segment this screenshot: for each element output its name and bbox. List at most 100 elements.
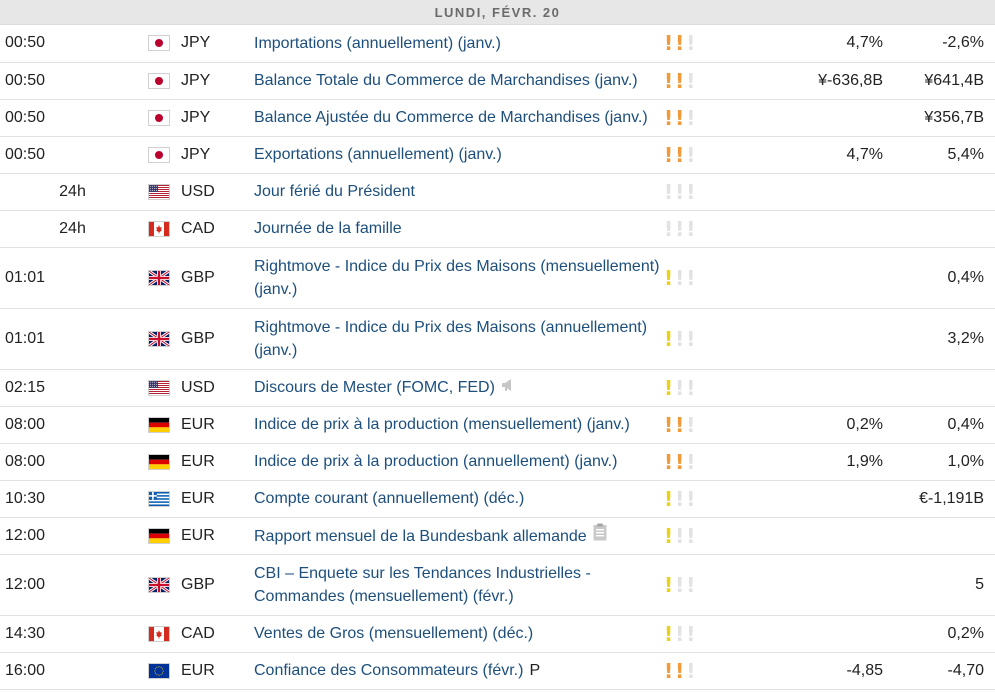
importance-indicator: !!! <box>664 526 782 546</box>
currency-code: EUR <box>181 415 215 433</box>
event-row[interactable]: 00:50 JPY Balance Totale du Commerce de Ma… <box>0 62 995 100</box>
importance-indicator: !!! <box>664 489 782 509</box>
event-time: 00:50 <box>0 136 145 174</box>
importance-indicator: !!! <box>664 378 782 398</box>
importance-mark-icon: ! <box>664 326 674 351</box>
event-link[interactable]: Indice de prix à la production (annuelle… <box>254 453 617 470</box>
actual-value <box>782 210 883 248</box>
economic-calendar-table: 00:50 JPY Importations (annuellement) (jan… <box>0 25 995 690</box>
importance-cell: !!! <box>662 99 782 137</box>
currency-cell: EUR <box>145 406 250 444</box>
importance-cell: !!! <box>662 173 782 211</box>
actual-value: 0,2% <box>782 406 883 444</box>
currency-code: JPY <box>181 71 211 89</box>
event-row[interactable]: 10:30 EUR Compte courant (annuellement) (d… <box>0 480 995 518</box>
previous-value: ¥641,4B <box>885 62 995 100</box>
importance-mark-icon: ! <box>664 572 674 597</box>
event-cell: Rapport mensuel de la Bundesbank alleman… <box>250 517 662 555</box>
currency-cell: JPY <box>145 136 250 174</box>
currency-code: USD <box>181 378 215 396</box>
event-link[interactable]: Rapport mensuel de la Bundesbank alleman… <box>254 528 587 545</box>
importance-indicator: !!! <box>664 219 782 239</box>
event-row[interactable]: 16:00 EUR Confiance des Consommateurs (fév… <box>0 652 995 690</box>
event-row[interactable]: 00:50 JPY Exportations (annuellement) (jan… <box>0 136 995 174</box>
currency-code: EUR <box>181 489 215 507</box>
flag-jp-icon <box>149 147 169 162</box>
event-link[interactable]: Confiance des Consommateurs (févr.) <box>254 662 523 679</box>
importance-cell: !!! <box>662 308 782 370</box>
currency-code: EUR <box>181 661 215 679</box>
importance-indicator: !!! <box>664 415 782 435</box>
event-row[interactable]: 08:00 EUR Indice de prix à la production (… <box>0 406 995 444</box>
actual-value <box>782 173 883 211</box>
importance-indicator: !!! <box>664 108 782 128</box>
event-row[interactable]: 02:15 USD Discours de Mester (FOMC, FED)!!… <box>0 369 995 407</box>
previous-value <box>885 369 995 407</box>
previous-value <box>885 173 995 211</box>
event-row[interactable]: 14:30 CAD Ventes de Gros (mensuellement) (… <box>0 615 995 653</box>
event-cell: Balance Totale du Commerce de Marchandis… <box>250 62 662 100</box>
actual-value <box>782 554 883 616</box>
importance-indicator: !!! <box>664 71 782 91</box>
currency-code: GBP <box>181 268 215 286</box>
event-link[interactable]: Importations (annuellement) (janv.) <box>254 35 501 52</box>
event-time: 02:15 <box>0 369 145 407</box>
event-link[interactable]: Journée de la famille <box>254 220 402 237</box>
date-header: LUNDI, FÉVR. 20 <box>0 0 995 25</box>
currency-code: CAD <box>181 624 215 642</box>
currency-cell: GBP <box>145 554 250 616</box>
previous-value: -2,6% <box>885 25 995 63</box>
event-row[interactable]: 00:50 JPY Importations (annuellement) (jan… <box>0 25 995 63</box>
importance-mark-icon: ! <box>675 105 685 130</box>
flag-us-icon <box>149 380 169 395</box>
importance-mark-icon: ! <box>675 449 685 474</box>
event-row[interactable]: 12:00 GBP CBI – Enquete sur les Tendances … <box>0 554 995 616</box>
event-link[interactable]: Balance Totale du Commerce de Marchandis… <box>254 72 638 89</box>
event-time: 01:01 <box>0 247 145 309</box>
importance-indicator: !!! <box>664 268 782 288</box>
importance-mark-icon: ! <box>664 68 674 93</box>
flag-gb-icon <box>148 330 170 347</box>
event-row[interactable]: 01:01 GBP Rightmove - Indice du Prix des M… <box>0 247 995 309</box>
event-link[interactable]: CBI – Enquete sur les Tendances Industri… <box>254 565 591 605</box>
event-link[interactable]: Balance Ajustée du Commerce de Marchandi… <box>254 109 648 126</box>
event-row[interactable]: 24h CAD Journée de la famille!!! <box>0 210 995 248</box>
importance-mark-icon: ! <box>686 449 696 474</box>
previous-value: 0,2% <box>885 615 995 653</box>
event-link[interactable]: Jour férié du Président <box>254 183 415 200</box>
event-row[interactable]: 12:00 EUR Rapport mensuel de la Bundesbank… <box>0 517 995 555</box>
event-link[interactable]: Ventes de Gros (mensuellement) (déc.) <box>254 625 533 642</box>
event-row[interactable]: 01:01 GBP Rightmove - Indice du Prix des M… <box>0 308 995 370</box>
importance-cell: !!! <box>662 517 782 555</box>
importance-cell: !!! <box>662 210 782 248</box>
importance-mark-icon: ! <box>686 68 696 93</box>
currency-code: USD <box>181 182 215 200</box>
event-cell: Exportations (annuellement) (janv.) <box>250 136 662 174</box>
event-cell: Indice de prix à la production (mensuell… <box>250 406 662 444</box>
flag-gb-icon <box>148 576 170 593</box>
event-link[interactable]: Compte courant (annuellement) (déc.) <box>254 490 524 507</box>
currency-cell: EUR <box>145 443 250 481</box>
actual-value <box>782 369 883 407</box>
event-link[interactable]: Exportations (annuellement) (janv.) <box>254 146 502 163</box>
importance-mark-icon: ! <box>686 142 696 167</box>
event-cell: Balance Ajustée du Commerce de Marchandi… <box>250 99 662 137</box>
event-time: 01:01 <box>0 308 145 370</box>
event-link[interactable]: Rightmove - Indice du Prix des Maisons (… <box>254 319 647 359</box>
event-row[interactable]: 24h USD Jour férié du Président!!! <box>0 173 995 211</box>
event-link[interactable]: Discours de Mester (FOMC, FED) <box>254 379 495 396</box>
event-link[interactable]: Indice de prix à la production (mensuell… <box>254 416 630 433</box>
importance-cell: !!! <box>662 25 782 63</box>
importance-mark-icon: ! <box>664 105 674 130</box>
importance-cell: !!! <box>662 615 782 653</box>
importance-mark-icon: ! <box>664 31 674 56</box>
event-link[interactable]: Rightmove - Indice du Prix des Maisons (… <box>254 258 660 298</box>
previous-value: 0,4% <box>885 406 995 444</box>
importance-mark-icon: ! <box>664 621 674 646</box>
importance-mark-icon: ! <box>675 326 685 351</box>
event-time: 16:00 <box>0 652 145 690</box>
importance-mark-icon: ! <box>686 265 696 290</box>
event-cell: Rightmove - Indice du Prix des Maisons (… <box>250 247 662 309</box>
event-row[interactable]: 08:00 EUR Indice de prix à la production (… <box>0 443 995 481</box>
event-row[interactable]: 00:50 JPY Balance Ajustée du Commerce de M… <box>0 99 995 137</box>
